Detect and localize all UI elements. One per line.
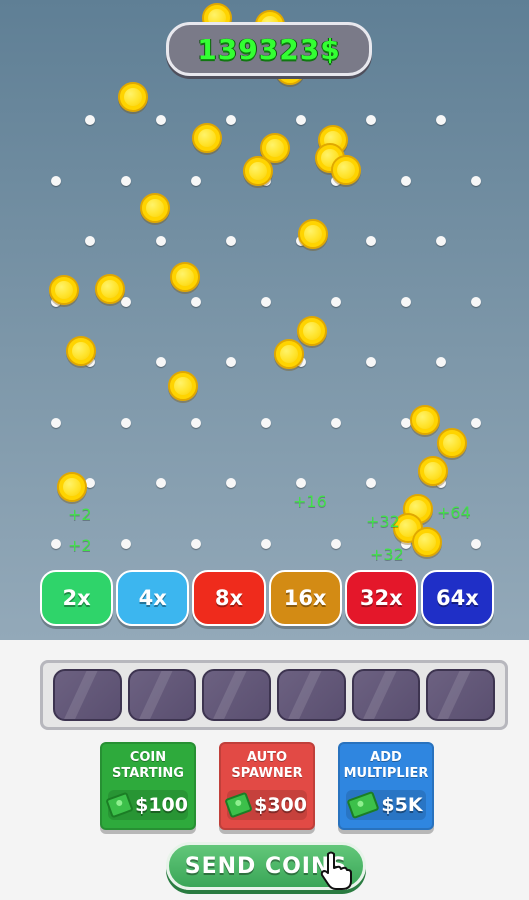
coin-slot [426, 669, 496, 721]
gold-coin-icon [418, 456, 448, 486]
coin-slot [202, 669, 272, 721]
multiplier-row: 2x 4x 8x 16x 32x 64x [40, 570, 495, 628]
peg [471, 418, 481, 428]
reward-popup: +2 [68, 505, 92, 524]
peg [85, 236, 95, 246]
game-board: 139323$ +2 +2 +16 +32 +32 +64 2x 4x 8x 1… [0, 0, 529, 640]
peg [191, 297, 201, 307]
upgrade-price: $100 [105, 790, 188, 820]
reward-popup: +32 [370, 545, 404, 564]
auto-spawner-upgrade-button[interactable]: AUTO SPAWNER $300 [219, 742, 315, 830]
multiplier-bucket-16x: 16x [268, 570, 342, 626]
peg [121, 176, 131, 186]
peg [401, 176, 411, 186]
peg [261, 297, 271, 307]
peg [191, 539, 201, 549]
peg [366, 115, 376, 125]
cash-icon [346, 790, 380, 820]
peg [331, 418, 341, 428]
peg [226, 115, 236, 125]
peg [121, 297, 131, 307]
peg [436, 236, 446, 246]
peg [156, 478, 166, 488]
peg [366, 478, 376, 488]
gold-coin-icon [192, 123, 222, 153]
coin-slot [53, 669, 122, 721]
peg [226, 236, 236, 246]
gold-coin-icon [170, 262, 200, 292]
gold-coin-icon [168, 371, 198, 401]
peg [261, 539, 271, 549]
coin-slot [351, 669, 421, 721]
gold-coin-icon [274, 339, 304, 369]
peg [471, 297, 481, 307]
reward-popup: +2 [68, 536, 92, 555]
peg [471, 539, 481, 549]
gold-coin-icon [412, 527, 442, 557]
reward-popup: +32 [366, 512, 400, 531]
gold-coin-icon [118, 82, 148, 112]
peg [226, 357, 236, 367]
peg [121, 539, 131, 549]
peg [156, 115, 166, 125]
peg [51, 176, 61, 186]
gold-coin-icon [66, 336, 96, 366]
gold-coin-icon [297, 316, 327, 346]
gold-coin-icon [298, 219, 328, 249]
peg [191, 418, 201, 428]
peg [191, 176, 201, 186]
cash-icon [224, 791, 253, 819]
pointer-hand-icon [320, 851, 352, 890]
peg [471, 176, 481, 186]
multiplier-bucket-2x: 2x [40, 570, 114, 626]
multiplier-bucket-32x: 32x [344, 570, 418, 626]
gold-coin-icon [140, 193, 170, 223]
gold-coin-icon [331, 155, 361, 185]
balance-display: 139323$ [166, 22, 372, 76]
peg [156, 236, 166, 246]
add-multiplier-upgrade-button[interactable]: ADD MULTIPLIER $5K [338, 742, 434, 830]
peg [366, 236, 376, 246]
peg [331, 539, 341, 549]
upgrade-price-label: $5K [381, 794, 423, 816]
multiplier-bucket-64x: 64x [420, 570, 495, 626]
peg [296, 478, 306, 488]
multiplier-bucket-4x: 4x [116, 570, 190, 626]
peg [226, 478, 236, 488]
peg [401, 297, 411, 307]
gold-coin-icon [57, 472, 87, 502]
gold-coin-icon [410, 405, 440, 435]
reward-popup: +16 [293, 492, 327, 511]
upgrade-price-label: $300 [254, 794, 307, 816]
multiplier-bucket-8x: 8x [192, 570, 266, 626]
coin-slot [127, 669, 197, 721]
cash-icon [105, 791, 134, 819]
upgrade-title: ADD MULTIPLIER [343, 750, 429, 781]
gold-coin-icon [49, 275, 79, 305]
peg [85, 115, 95, 125]
peg [51, 539, 61, 549]
peg [436, 115, 446, 125]
upgrade-price: $5K [346, 790, 426, 820]
peg [331, 297, 341, 307]
coin-starting-upgrade-button[interactable]: COIN STARTING $100 [100, 742, 196, 830]
gold-coin-icon [95, 274, 125, 304]
coin-slot [277, 669, 346, 721]
peg [261, 418, 271, 428]
upgrade-title: AUTO SPAWNER [231, 750, 303, 781]
peg [156, 357, 166, 367]
reward-popup: +64 [437, 503, 471, 522]
coin-slots-tray [40, 660, 508, 730]
peg [366, 357, 376, 367]
peg [296, 115, 306, 125]
gold-coin-icon [243, 156, 273, 186]
peg [51, 418, 61, 428]
upgrade-price-label: $100 [135, 794, 188, 816]
peg [121, 418, 131, 428]
upgrade-price: $300 [224, 790, 307, 820]
peg [436, 357, 446, 367]
gold-coin-icon [437, 428, 467, 458]
upgrade-title: COIN STARTING [112, 750, 184, 781]
